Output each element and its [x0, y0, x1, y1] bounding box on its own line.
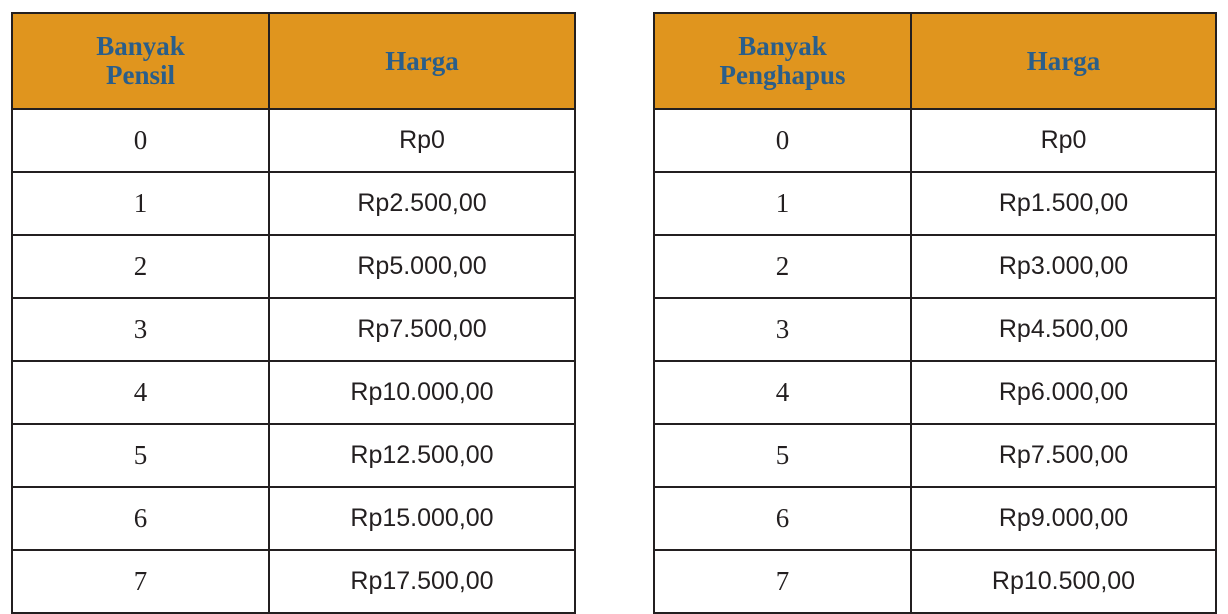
table-row: 4 Rp6.000,00: [653, 360, 1217, 425]
price-cell: Rp2.500,00: [268, 171, 576, 236]
header-line: Pensil: [105, 60, 175, 90]
table-row: 1 Rp1.500,00: [653, 171, 1217, 236]
table-row: 7 Rp10.500,00: [653, 549, 1217, 614]
quantity-cell: 0: [653, 108, 912, 173]
table-row: 2 Rp5.000,00: [11, 234, 576, 299]
price-cell: Rp7.500,00: [268, 297, 576, 362]
header-line: Banyak: [738, 31, 827, 61]
price-cell: Rp0: [268, 108, 576, 173]
price-cell: Rp4.500,00: [910, 297, 1217, 362]
price-cell: Rp0: [910, 108, 1217, 173]
pencil-price-table: Banyak Pensil Harga 0 Rp0 1 Rp2.500,00 2 Rp…: [11, 12, 576, 614]
table-row: 6 Rp15.000,00: [11, 486, 576, 551]
quantity-cell: 4: [11, 360, 270, 425]
price-cell: Rp7.500,00: [910, 423, 1217, 488]
price-cell: Rp6.000,00: [910, 360, 1217, 425]
quantity-cell: 6: [653, 486, 912, 551]
price-column-header: Harga: [910, 12, 1217, 110]
quantity-cell: 6: [11, 486, 270, 551]
quantity-column-header: Banyak Penghapus: [653, 12, 912, 110]
table-row: 6 Rp9.000,00: [653, 486, 1217, 551]
eraser-price-table: Banyak Penghapus Harga 0 Rp0 1 Rp1.500,00 …: [653, 12, 1217, 614]
header-line: Penghapus: [719, 60, 846, 90]
table-row: 1 Rp2.500,00: [11, 171, 576, 236]
table-row: 2 Rp3.000,00: [653, 234, 1217, 299]
table-header-row: Banyak Penghapus Harga: [653, 12, 1217, 110]
price-cell: Rp5.000,00: [268, 234, 576, 299]
quantity-cell: 0: [11, 108, 270, 173]
quantity-cell: 1: [11, 171, 270, 236]
quantity-cell: 5: [11, 423, 270, 488]
table-header-row: Banyak Pensil Harga: [11, 12, 576, 110]
quantity-cell: 3: [653, 297, 912, 362]
price-cell: Rp1.500,00: [910, 171, 1217, 236]
price-cell: Rp15.000,00: [268, 486, 576, 551]
quantity-cell: 1: [653, 171, 912, 236]
quantity-cell: 2: [653, 234, 912, 299]
quantity-cell: 5: [653, 423, 912, 488]
table-row: 5 Rp7.500,00: [653, 423, 1217, 488]
quantity-column-header: Banyak Pensil: [11, 12, 270, 110]
price-cell: Rp3.000,00: [910, 234, 1217, 299]
price-cell: Rp10.000,00: [268, 360, 576, 425]
header-line: Banyak: [96, 31, 185, 61]
quantity-cell: 7: [11, 549, 270, 614]
table-row: 7 Rp17.500,00: [11, 549, 576, 614]
table-row: 3 Rp7.500,00: [11, 297, 576, 362]
quantity-cell: 7: [653, 549, 912, 614]
price-cell: Rp17.500,00: [268, 549, 576, 614]
price-cell: Rp12.500,00: [268, 423, 576, 488]
table-row: 3 Rp4.500,00: [653, 297, 1217, 362]
price-cell: Rp10.500,00: [910, 549, 1217, 614]
table-row: 0 Rp0: [653, 108, 1217, 173]
table-row: 5 Rp12.500,00: [11, 423, 576, 488]
quantity-cell: 3: [11, 297, 270, 362]
price-cell: Rp9.000,00: [910, 486, 1217, 551]
quantity-cell: 2: [11, 234, 270, 299]
quantity-cell: 4: [653, 360, 912, 425]
price-column-header: Harga: [268, 12, 576, 110]
table-row: 0 Rp0: [11, 108, 576, 173]
table-row: 4 Rp10.000,00: [11, 360, 576, 425]
